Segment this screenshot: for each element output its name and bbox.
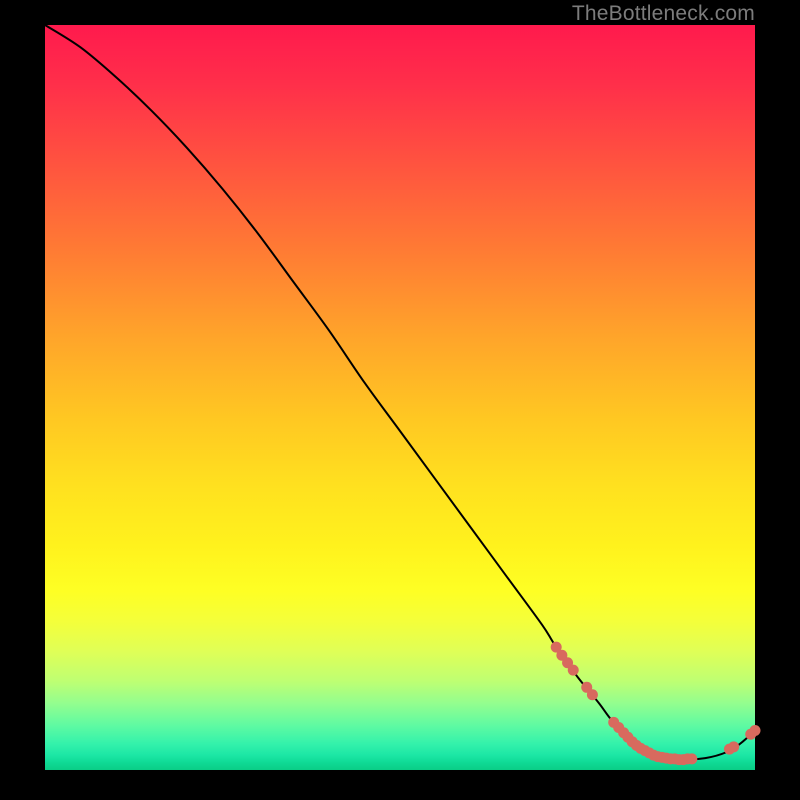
highlight-point <box>750 725 761 736</box>
plot-area <box>45 25 755 770</box>
highlight-point <box>728 741 739 752</box>
bottleneck-curve <box>45 25 755 759</box>
watermark-text: TheBottleneck.com <box>572 2 755 26</box>
chart-stage: TheBottleneck.com <box>0 0 800 800</box>
curve-group <box>45 25 755 759</box>
highlight-point <box>568 665 579 676</box>
highlight-point <box>587 689 598 700</box>
highlight-points <box>551 642 761 765</box>
chart-svg <box>45 25 755 770</box>
highlight-point <box>686 753 697 764</box>
